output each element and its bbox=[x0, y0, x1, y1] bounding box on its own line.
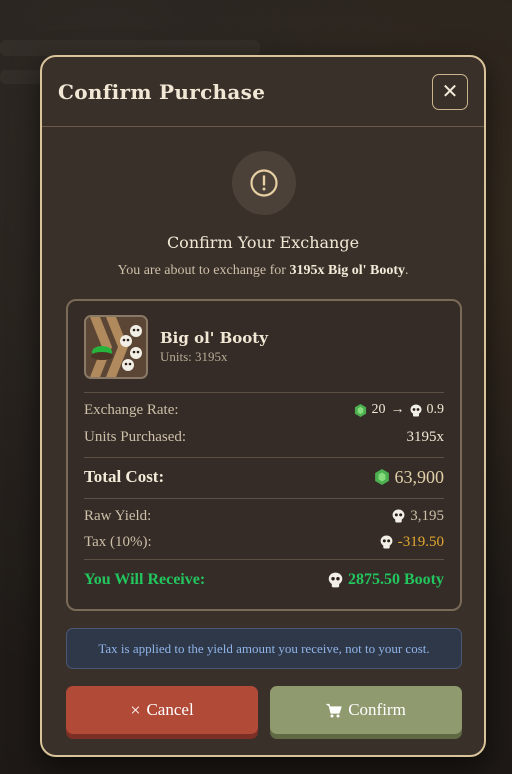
total-cost-row: Total Cost: 63,900 bbox=[84, 458, 444, 496]
raw-yield-row: Raw Yield: 3,195 bbox=[84, 501, 444, 531]
subtext-item: 3195x Big ol' Booty bbox=[289, 263, 405, 278]
item-image bbox=[84, 314, 148, 379]
cart-icon bbox=[326, 703, 342, 717]
modal-title: Confirm Purchase bbox=[58, 79, 266, 104]
item-name: Big ol' Booty bbox=[160, 328, 268, 347]
exchange-summary-card: Big ol' Booty Units: 3195x Exchange Rate… bbox=[66, 299, 462, 611]
confirm-purchase-modal: Confirm Purchase ✕ Confirm Your Exchange… bbox=[40, 55, 486, 757]
cancel-label: Cancel bbox=[146, 700, 194, 719]
subtext-prefix: You are about to exchange for bbox=[117, 263, 290, 278]
confirm-heading: Confirm Your Exchange bbox=[166, 233, 360, 252]
tax-info-banner: Tax is applied to the yield amount you r… bbox=[66, 628, 462, 669]
receive-row: You Will Receive: 2875.50 Booty bbox=[84, 560, 444, 600]
total-cost-label: Total Cost: bbox=[84, 467, 165, 486]
total-cost-value: 63,900 bbox=[374, 466, 445, 488]
skull-icon bbox=[328, 572, 343, 588]
raw-yield-value: 3,195 bbox=[392, 508, 444, 525]
close-button[interactable]: ✕ bbox=[432, 74, 468, 110]
exchange-rate-row: Exchange Rate: 20 → 0.9 bbox=[84, 397, 444, 423]
rate-arrow-icon: → bbox=[390, 402, 405, 417]
divider bbox=[84, 498, 444, 499]
subtext-suffix: . bbox=[405, 263, 409, 278]
rate-from: 20 bbox=[371, 402, 386, 417]
cancel-button[interactable]: × Cancel bbox=[66, 686, 258, 734]
gem-icon bbox=[354, 403, 366, 417]
rate-to: 0.9 bbox=[426, 402, 445, 417]
units-purchased-label: Units Purchased: bbox=[84, 428, 187, 445]
tax-label: Tax (10%): bbox=[84, 533, 152, 550]
receive-amount: 2875.50 Booty bbox=[348, 571, 444, 588]
receive-value: 2875.50 Booty bbox=[328, 571, 444, 589]
modal-header: Confirm Purchase ✕ bbox=[42, 57, 484, 127]
item-units: Units: 3195x bbox=[160, 348, 228, 364]
units-purchased-row: Units Purchased: 3195x bbox=[84, 423, 444, 451]
confirm-button[interactable]: Confirm bbox=[270, 686, 462, 734]
receive-label: You Will Receive: bbox=[84, 571, 206, 588]
total-cost-amount: 63,900 bbox=[394, 466, 445, 487]
close-icon: ✕ bbox=[441, 79, 459, 103]
confirm-subtext: You are about to exchange for 3195x Big … bbox=[42, 263, 484, 279]
item-row: Big ol' Booty Units: 3195x bbox=[84, 301, 444, 393]
tax-value: -319.50 bbox=[380, 534, 444, 551]
exchange-rate-label: Exchange Rate: bbox=[84, 401, 179, 418]
skull-icon bbox=[380, 535, 393, 549]
skull-icon bbox=[392, 509, 405, 523]
tax-row: Tax (10%): -319.50 bbox=[84, 531, 444, 553]
skull-icon bbox=[410, 404, 421, 416]
exchange-rate-value: 20 → 0.9 bbox=[354, 402, 445, 418]
tax-amount: -319.50 bbox=[397, 533, 444, 550]
exclamation-circle-icon bbox=[232, 151, 296, 215]
close-icon: × bbox=[130, 699, 141, 720]
raw-yield-amount: 3,195 bbox=[410, 507, 444, 524]
units-purchased-value: 3195x bbox=[406, 428, 445, 445]
confirm-label: Confirm bbox=[348, 700, 406, 719]
raw-yield-label: Raw Yield: bbox=[84, 507, 152, 524]
gem-icon bbox=[374, 469, 389, 485]
tax-info-text: Tax is applied to the yield amount you r… bbox=[98, 640, 430, 656]
